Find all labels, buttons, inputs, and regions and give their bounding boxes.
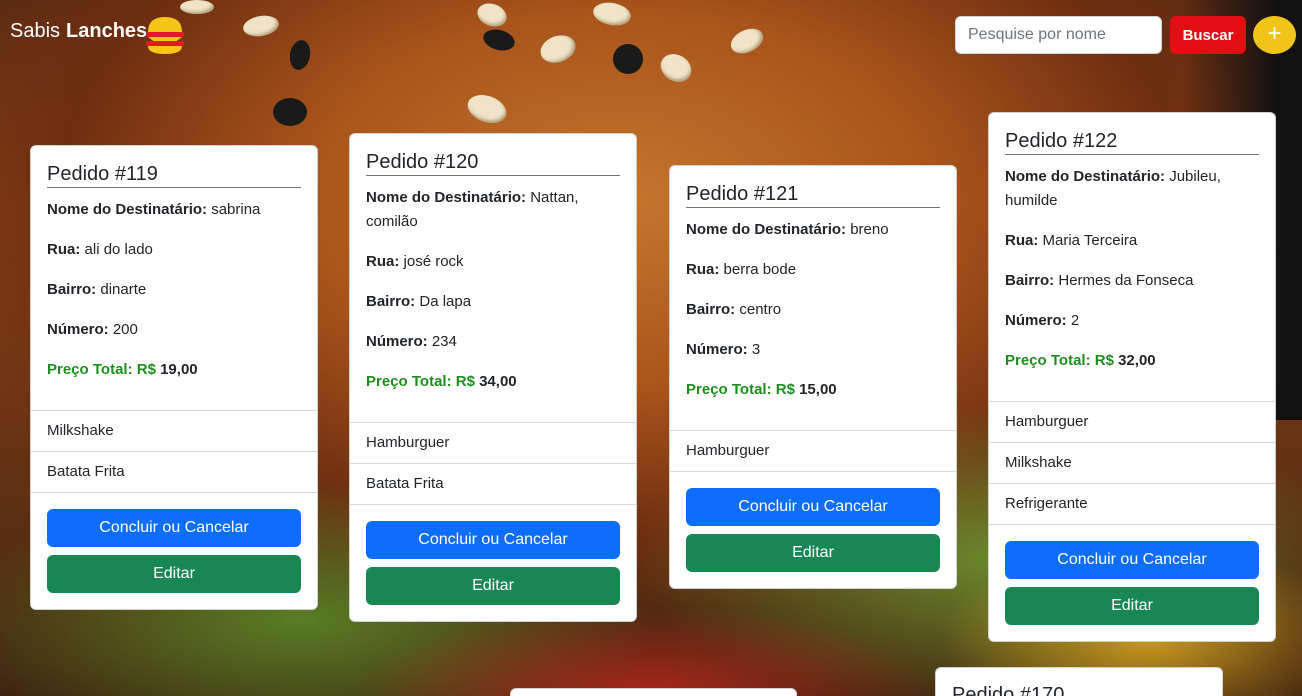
district: Bairro: Da lapa <box>366 293 472 310</box>
order-title: Pedido #121 <box>686 182 940 208</box>
burger-logo-icon <box>146 17 184 54</box>
list-item: Hamburguer <box>670 431 956 472</box>
number: Número: 200 <box>47 321 138 338</box>
street: Rua: Maria Terceira <box>1005 232 1138 249</box>
number: Número: 2 <box>1005 312 1080 329</box>
edit-button[interactable]: Editar <box>47 555 301 593</box>
order-card: Pedido #122 Nome do Destinatário: Jubile… <box>988 112 1276 642</box>
edit-button[interactable]: Editar <box>686 534 940 572</box>
number: Número: 234 <box>366 333 457 350</box>
order-items: Hamburguer Milkshake Refrigerante <box>989 401 1275 525</box>
list-item: Hamburguer <box>350 423 636 464</box>
recipient-name: Nome do Destinatário: Nattan, comilão <box>366 189 579 230</box>
finish-or-cancel-button[interactable]: Concluir ou Cancelar <box>47 509 301 547</box>
list-item: Batata Frita <box>31 452 317 493</box>
edit-button[interactable]: Editar <box>366 567 620 605</box>
edit-button[interactable]: Editar <box>1005 587 1259 625</box>
total-price: Preço Total: R$ 32,00 <box>1005 352 1156 369</box>
street: Rua: berra bode <box>686 261 797 278</box>
street: Rua: josé rock <box>366 253 464 270</box>
order-card-partial: Pedido #170 <box>935 667 1223 696</box>
district: Bairro: dinarte <box>47 281 147 298</box>
search-button[interactable]: Buscar <box>1170 16 1246 54</box>
recipient-name: Nome do Destinatário: breno <box>686 221 889 238</box>
order-title: Pedido #120 <box>366 150 620 176</box>
order-items: Hamburguer <box>670 430 956 472</box>
navbar: Sabis Lanches Buscar + <box>0 0 1302 70</box>
finish-or-cancel-button[interactable]: Concluir ou Cancelar <box>366 521 620 559</box>
recipient-name: Nome do Destinatário: sabrina <box>47 201 261 218</box>
brand-prefix: Sabis <box>10 20 61 42</box>
district: Bairro: Hermes da Fonseca <box>1005 272 1194 289</box>
order-title: Pedido #119 <box>47 162 301 188</box>
total-price: Preço Total: R$ 19,00 <box>47 361 198 378</box>
list-item: Refrigerante <box>989 484 1275 525</box>
brand-bold: Lanches <box>66 20 148 42</box>
order-card: Pedido #120 Nome do Destinatário: Nattan… <box>349 133 637 622</box>
order-title: Pedido #170 <box>952 684 1065 696</box>
finish-or-cancel-button[interactable]: Concluir ou Cancelar <box>686 488 940 526</box>
order-card: Pedido #119 Nome do Destinatário: sabrin… <box>30 145 318 610</box>
street: Rua: ali do lado <box>47 241 153 258</box>
order-items: Hamburguer Batata Frita <box>350 422 636 505</box>
number: Número: 3 <box>686 341 761 358</box>
list-item: Milkshake <box>989 443 1275 484</box>
order-card-partial <box>510 688 797 696</box>
order-card: Pedido #121 Nome do Destinatário: breno … <box>669 165 957 589</box>
recipient-name: Nome do Destinatário: Jubileu, humilde <box>1005 168 1221 209</box>
finish-or-cancel-button[interactable]: Concluir ou Cancelar <box>1005 541 1259 579</box>
search-input[interactable] <box>955 16 1162 54</box>
district: Bairro: centro <box>686 301 782 318</box>
order-title: Pedido #122 <box>1005 129 1259 155</box>
total-price: Preço Total: R$ 15,00 <box>686 381 837 398</box>
total-price: Preço Total: R$ 34,00 <box>366 373 517 390</box>
order-items: Milkshake Batata Frita <box>31 410 317 493</box>
brand[interactable]: Sabis Lanches <box>10 20 147 43</box>
list-item: Batata Frita <box>350 464 636 505</box>
list-item: Hamburguer <box>989 402 1275 443</box>
add-order-button[interactable]: + <box>1253 16 1296 54</box>
list-item: Milkshake <box>31 411 317 452</box>
